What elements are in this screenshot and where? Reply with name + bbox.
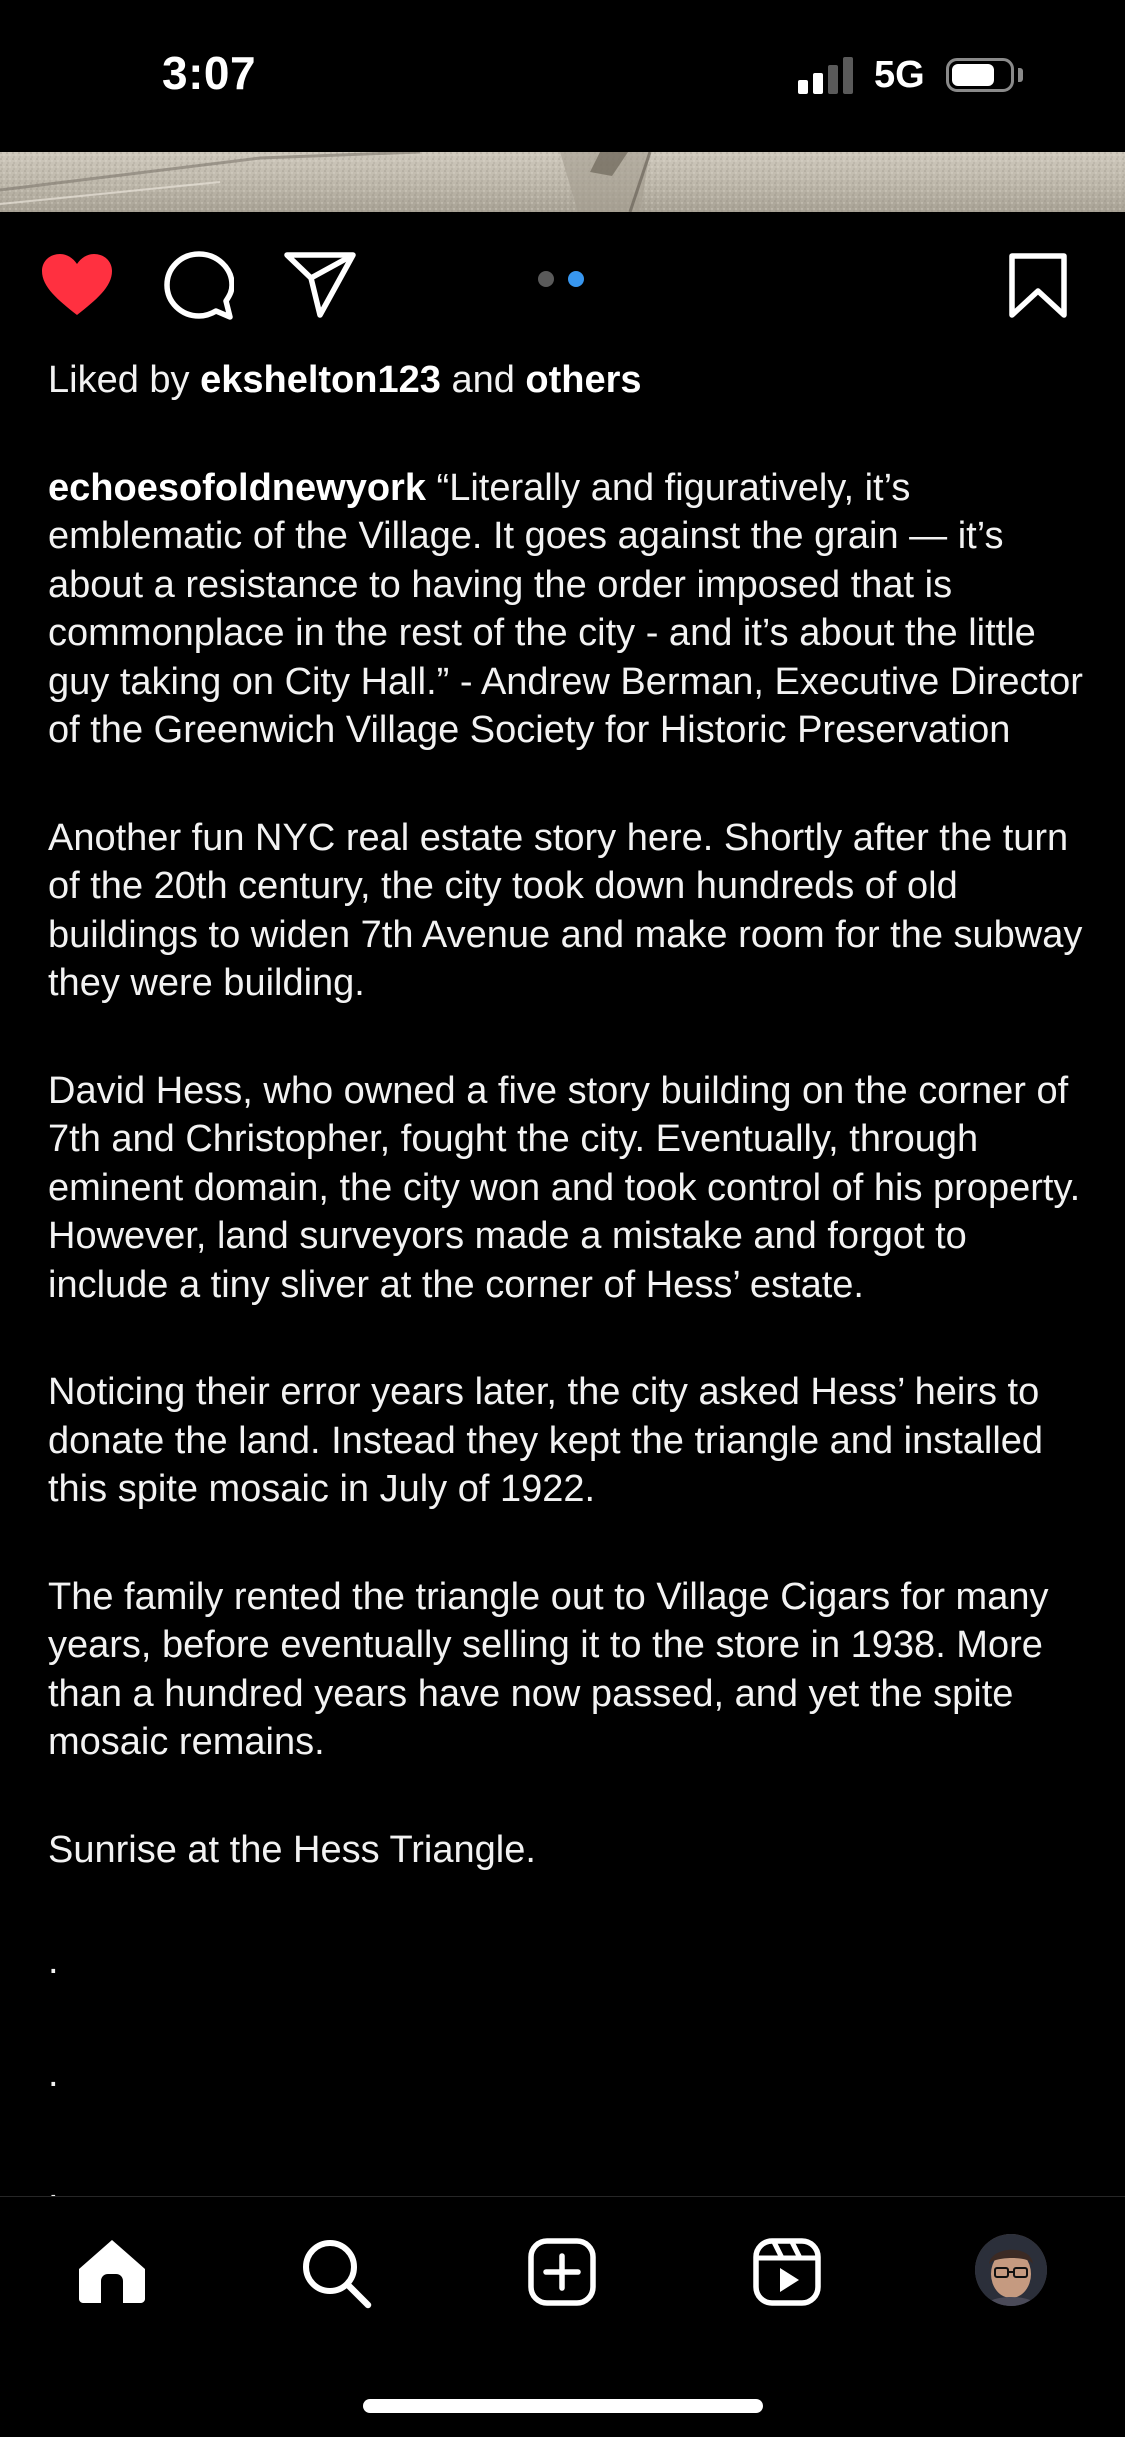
bookmark-icon[interactable] [1008,253,1068,319]
carousel-dot-1[interactable] [538,271,554,287]
profile-avatar[interactable] [975,2234,1047,2306]
caption-paragraph: The family rented the triangle out to Vi… [48,1575,1049,1764]
caption-paragraph: Sunrise at the Hess Triangle. [48,1828,536,1871]
post-caption: Liked by ekshelton123 and others echoeso… [48,356,1088,2273]
battery-level [952,64,994,86]
avatar-image [975,2234,1047,2306]
liked-by-and: and [440,359,526,401]
search-icon[interactable] [300,2237,372,2309]
network-type: 5G [874,54,925,96]
signal-strength-icon [798,56,858,94]
caption-dots: . . . [48,1934,1088,2214]
liked-by-username[interactable]: ekshelton123 [200,359,441,401]
paper-plane-icon[interactable] [284,252,356,318]
caption-dot: . [48,1940,59,1982]
caption-quote: echoesofoldnewyork “Literally and figura… [48,464,1088,755]
status-bar: 3:07 5G [0,0,1125,152]
signal-bar [813,73,823,94]
caption-paragraph: Noticing their error years later, the ci… [48,1371,1044,1510]
heart-icon[interactable] [40,253,114,317]
liked-by-others[interactable]: others [525,359,641,401]
caption-paragraph: Another fun NYC real estate story here. … [48,816,1083,1005]
liked-by-line[interactable]: Liked by ekshelton123 and others [48,356,1088,405]
home-indicator[interactable] [363,2399,763,2413]
reels-icon[interactable] [752,2237,822,2307]
comment-icon[interactable] [164,251,234,321]
create-icon[interactable] [527,2237,597,2307]
post-image-texture [0,152,1125,212]
post-image[interactable] [0,152,1125,212]
liked-by-prefix: Liked by [48,359,201,401]
caption-paragraph: David Hess, who owned a five story build… [48,1069,1081,1306]
signal-bar [843,57,853,94]
battery-icon [946,58,1014,92]
post-username[interactable]: echoesofoldnewyork [48,467,426,509]
carousel-indicator [538,271,588,287]
home-icon[interactable] [76,2237,148,2305]
caption-quote-text: “Literally and figuratively, it’s emblem… [48,466,1083,752]
status-time: 3:07 [162,47,257,99]
battery-tip [1018,68,1023,82]
signal-bar [828,65,838,94]
carousel-dot-2[interactable] [568,271,584,287]
signal-bar [798,80,808,94]
caption-dot: . [48,2053,59,2095]
